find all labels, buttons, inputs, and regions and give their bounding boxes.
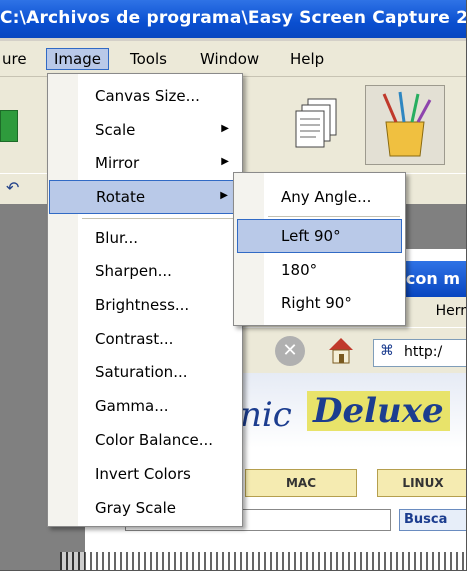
documents-icon[interactable] bbox=[290, 95, 348, 153]
home-icon bbox=[325, 334, 357, 366]
address-bar[interactable]: ⌘ http:/ bbox=[373, 339, 466, 367]
menu-bar: ure Image Tools Window Help bbox=[0, 41, 466, 77]
menu-item-scale[interactable]: Scale ▶ bbox=[49, 114, 239, 146]
browser-title-fragment: con m bbox=[405, 269, 460, 288]
tab-mac[interactable]: MAC bbox=[245, 469, 357, 497]
submenu-arrow-icon: ▶ bbox=[220, 190, 228, 201]
address-text: http:/ bbox=[404, 344, 443, 360]
window-title: C:\Archivos de programa\Easy Screen Capt… bbox=[0, 8, 467, 28]
submenu-arrow-icon: ▶ bbox=[221, 123, 229, 134]
menu-item-invert-colors[interactable]: Invert Colors bbox=[49, 458, 239, 490]
bottom-border-strip bbox=[60, 552, 466, 570]
menu-item-gamma[interactable]: Gamma... bbox=[49, 390, 239, 422]
undo-icon[interactable]: ↶ bbox=[6, 178, 19, 197]
menu-help[interactable]: Help bbox=[282, 48, 332, 70]
search-button[interactable]: Busca bbox=[399, 509, 466, 531]
menu-item-sharpen[interactable]: Sharpen... bbox=[49, 255, 239, 287]
submenu-item-right-90[interactable]: Right 90° bbox=[235, 287, 402, 319]
title-bar[interactable]: C:\Archivos de programa\Easy Screen Capt… bbox=[0, 0, 466, 38]
submenu-item-left-90[interactable]: Left 90° bbox=[237, 219, 402, 253]
menu-tools[interactable]: Tools bbox=[122, 48, 175, 70]
banner-text-left: nic bbox=[240, 395, 292, 435]
green-shape-icon[interactable] bbox=[0, 110, 18, 142]
menu-item-gray-scale[interactable]: Gray Scale bbox=[49, 492, 239, 524]
stop-icon: ✕ bbox=[275, 336, 305, 366]
submenu-item-any-angle[interactable]: Any Angle... bbox=[235, 181, 402, 213]
app-window: C:\Archivos de programa\Easy Screen Capt… bbox=[0, 0, 467, 571]
rotate-submenu: Any Angle... Left 90° 180° Right 90° bbox=[233, 172, 406, 326]
menu-item-rotate[interactable]: Rotate ▶ bbox=[49, 180, 239, 214]
menu-item-contrast[interactable]: Contrast... bbox=[49, 323, 239, 355]
menu-item-mirror[interactable]: Mirror ▶ bbox=[49, 147, 239, 179]
menu-window[interactable]: Window bbox=[192, 48, 267, 70]
image-menu-dropdown: Canvas Size... Scale ▶ Mirror ▶ Rotate ▶ Bl… bbox=[47, 73, 243, 527]
menu-image[interactable]: Image bbox=[46, 48, 109, 70]
tab-linux[interactable]: LINUX bbox=[377, 469, 466, 497]
paint-cup-icon[interactable] bbox=[365, 85, 445, 165]
menu-item-color-balance[interactable]: Color Balance... bbox=[49, 424, 239, 456]
menu-partial-ure[interactable]: ure bbox=[0, 48, 35, 70]
menu-separator bbox=[82, 218, 236, 219]
banner-text-right: Deluxe bbox=[307, 391, 450, 431]
menu-item-saturation[interactable]: Saturation... bbox=[49, 356, 239, 388]
submenu-separator bbox=[268, 216, 400, 217]
menu-item-canvas-size[interactable]: Canvas Size... bbox=[49, 80, 239, 112]
menu-item-blur[interactable]: Blur... bbox=[49, 222, 239, 254]
submenu-item-180[interactable]: 180° bbox=[235, 254, 402, 286]
menu-item-brightness[interactable]: Brightness... bbox=[49, 289, 239, 321]
page-icon: ⌘ bbox=[380, 343, 394, 359]
submenu-arrow-icon: ▶ bbox=[221, 156, 229, 167]
browser-menu-fragment: Herr bbox=[435, 303, 466, 319]
